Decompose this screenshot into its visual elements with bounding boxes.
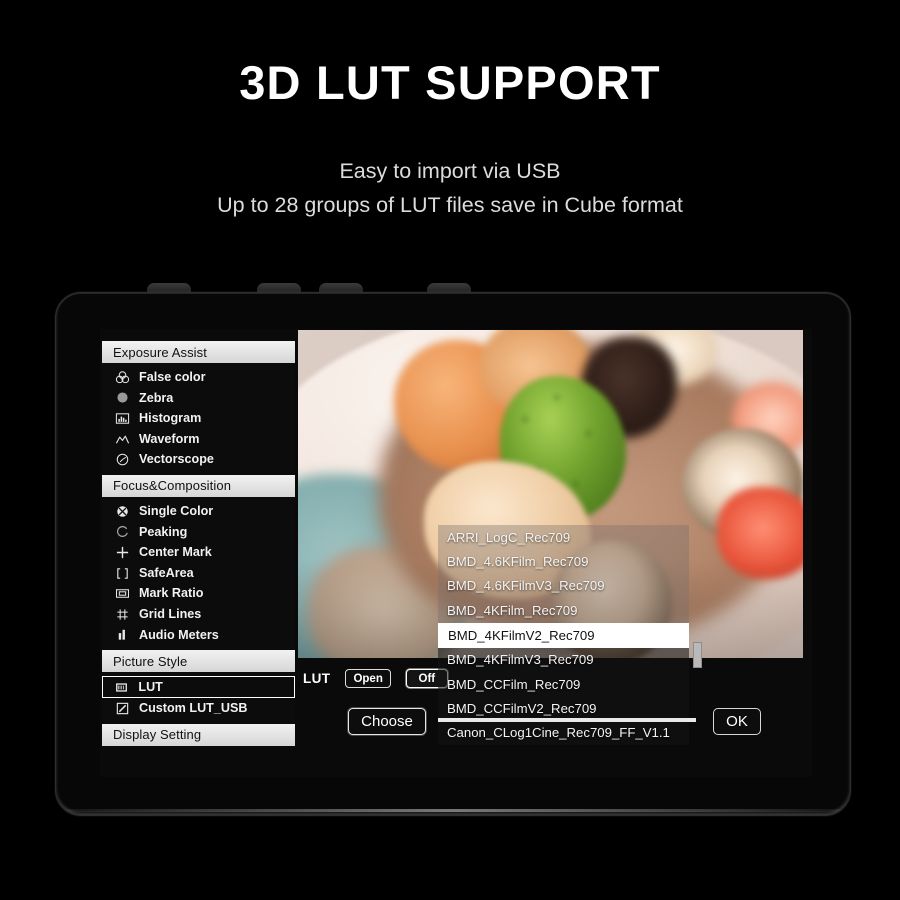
osd-section-picture-style[interactable]: Picture Style	[102, 650, 295, 673]
osd-section-exposure-assist[interactable]: Exposure Assist	[102, 341, 295, 363]
osd-item-vectorscope[interactable]: Vectorscope	[102, 449, 295, 470]
single-color-icon	[114, 503, 131, 520]
lut-list-item[interactable]: Canon_CLog1Cine_Rec709_FF_V1.1	[438, 720, 689, 746]
osd-section-display-setting[interactable]: Display Setting	[102, 723, 295, 746]
lut-list-item[interactable]: BMD_4KFilmV3_Rec709	[438, 647, 689, 672]
osd-item-label: Zebra	[139, 390, 174, 405]
osd-menu: Exposure Assist False color Zebra Histog…	[102, 341, 295, 746]
osd-item-label: False color	[139, 370, 206, 384]
lut-list-scrollbar[interactable]	[693, 525, 702, 745]
osd-item-single-color[interactable]: Single Color	[102, 501, 295, 522]
device-bezel: Exposure Assist False color Zebra Histog…	[55, 292, 851, 816]
osd-group-picture-style: LUT Custom LUT_USB	[102, 672, 295, 724]
histogram-icon	[114, 410, 131, 427]
page-title: 3D LUT SUPPORT	[239, 56, 661, 109]
grid-lines-icon	[114, 606, 131, 623]
zebra-icon	[114, 389, 131, 406]
lut-list-bottom-rule	[438, 718, 696, 722]
osd-item-waveform[interactable]: Waveform	[102, 429, 295, 450]
lut-list-item[interactable]: BMD_4.6KFilmV3_Rec709	[438, 573, 689, 599]
peaking-icon	[114, 523, 131, 540]
promo-subtext: Easy to import via USB Up to 28 groups o…	[0, 155, 900, 222]
osd-item-label: Grid Lines	[139, 606, 202, 621]
lut-list-item[interactable]: BMD_4.6KFilm_Rec709	[438, 549, 689, 574]
mark-ratio-icon	[114, 585, 131, 602]
osd-item-grid-lines[interactable]: Grid Lines	[102, 604, 295, 625]
osd-item-label: Mark Ratio	[139, 586, 204, 601]
osd-item-custom-lut-usb[interactable]: Custom LUT_USB	[102, 698, 295, 719]
osd-item-label: Vectorscope	[139, 452, 214, 467]
audio-meters-icon	[114, 626, 131, 643]
lut-control-label: LUT	[303, 671, 331, 686]
ok-button[interactable]: OK	[713, 708, 761, 735]
vectorscope-icon	[114, 451, 131, 468]
osd-item-zebra[interactable]: Zebra	[102, 388, 295, 409]
center-mark-icon	[114, 544, 131, 561]
false-color-icon	[114, 369, 131, 386]
lut-open-button[interactable]: Open	[345, 669, 391, 688]
osd-item-label: Peaking	[139, 524, 188, 539]
promo-subtext-line-2: Up to 28 groups of LUT files save in Cub…	[217, 192, 683, 217]
osd-item-lut[interactable]: LUT	[102, 676, 295, 699]
waveform-icon	[114, 431, 131, 448]
monitor-screen: Exposure Assist False color Zebra Histog…	[100, 329, 812, 777]
lut-list-item[interactable]: BMD_CCFilm_Rec709	[438, 671, 689, 697]
custom-lut-usb-icon	[114, 700, 131, 717]
lut-list-item[interactable]: BMD_4KFilm_Rec709	[438, 598, 689, 623]
osd-item-label: Single Color	[139, 503, 214, 518]
osd-item-label: Histogram	[139, 411, 202, 426]
osd-item-label: Center Mark	[139, 545, 212, 560]
osd-item-audio-meters[interactable]: Audio Meters	[102, 625, 295, 646]
lut-list-item[interactable]: ARRI_LogC_Rec709	[438, 525, 689, 550]
promo-subtext-line-1: Easy to import via USB	[339, 159, 561, 184]
osd-item-label: Custom LUT_USB	[139, 701, 248, 716]
lut-file-list: ARRI_LogC_Rec709 BMD_4.6KFilm_Rec709 BMD…	[438, 525, 689, 746]
osd-item-label: SafeArea	[139, 565, 194, 580]
osd-group-focus-composition: Single Color Peaking Center Mark SafeAre…	[102, 496, 295, 651]
osd-item-label: Audio Meters	[139, 627, 219, 642]
lut-list-item-selected[interactable]: BMD_4KFilmV2_Rec709	[438, 622, 689, 648]
osd-item-safe-area[interactable]: SafeArea	[102, 563, 295, 584]
osd-item-center-mark[interactable]: Center Mark	[102, 542, 295, 563]
promo-header: 3D LUT SUPPORT Easy to import via USB Up…	[0, 0, 900, 222]
osd-item-peaking[interactable]: Peaking	[102, 522, 295, 543]
osd-group-exposure-assist: False color Zebra Histogram Waveform Vec…	[102, 363, 295, 475]
lut-icon	[113, 679, 130, 696]
osd-item-mark-ratio[interactable]: Mark Ratio	[102, 583, 295, 604]
osd-item-label: LUT	[138, 679, 163, 694]
choose-button[interactable]: Choose	[348, 708, 426, 735]
lut-control-row: LUT Open Off	[303, 669, 448, 688]
field-monitor-device: Exposure Assist False color Zebra Histog…	[55, 283, 851, 816]
lut-list-scrollbar-thumb[interactable]	[693, 642, 702, 668]
osd-item-false-color[interactable]: False color	[102, 367, 295, 388]
osd-section-focus-composition[interactable]: Focus&Composition	[102, 474, 295, 497]
osd-item-histogram[interactable]: Histogram	[102, 408, 295, 429]
safe-area-icon	[114, 565, 131, 582]
osd-item-label: Waveform	[139, 431, 200, 446]
